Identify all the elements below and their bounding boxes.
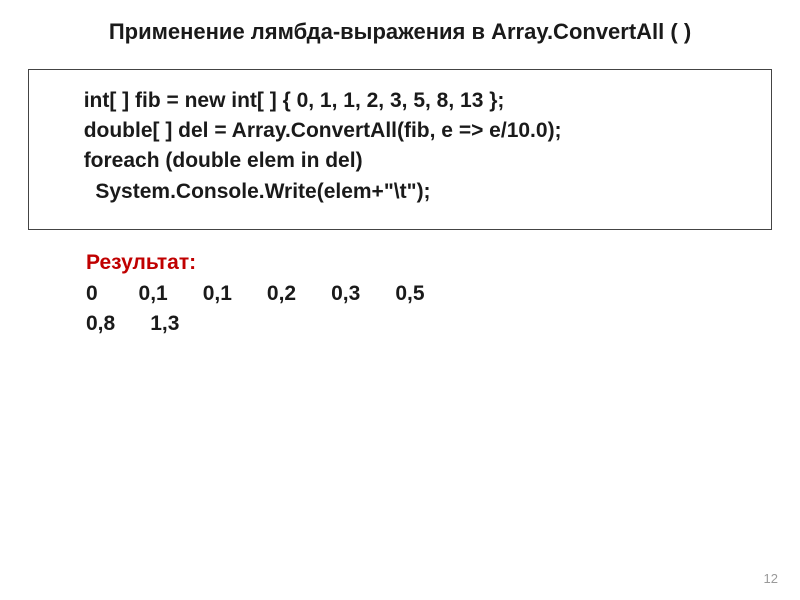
slide-container: Применение лямбда-выражения в Array.Conv… — [0, 0, 800, 340]
result-block: Результат: 0 0,1 0,1 0,2 0,3 0,5 0,8 1,3 — [28, 248, 772, 339]
slide-title: Применение лямбда-выражения в Array.Conv… — [28, 18, 772, 47]
result-values-line2: 0,8 1,3 — [86, 309, 772, 339]
code-line-3: foreach (double elem in del) — [37, 149, 363, 172]
code-line-2: double[ ] del = Array.ConvertAll(fib, e … — [37, 119, 562, 142]
page-number: 12 — [764, 571, 778, 586]
code-box: int[ ] fib = new int[ ] { 0, 1, 1, 2, 3,… — [28, 69, 772, 231]
result-values-line1: 0 0,1 0,1 0,2 0,3 0,5 — [86, 279, 772, 309]
result-label: Результат: — [86, 248, 772, 278]
code-line-1: int[ ] fib = new int[ ] { 0, 1, 1, 2, 3,… — [37, 89, 504, 112]
code-line-4: System.Console.Write(elem+"\t"); — [37, 180, 431, 203]
